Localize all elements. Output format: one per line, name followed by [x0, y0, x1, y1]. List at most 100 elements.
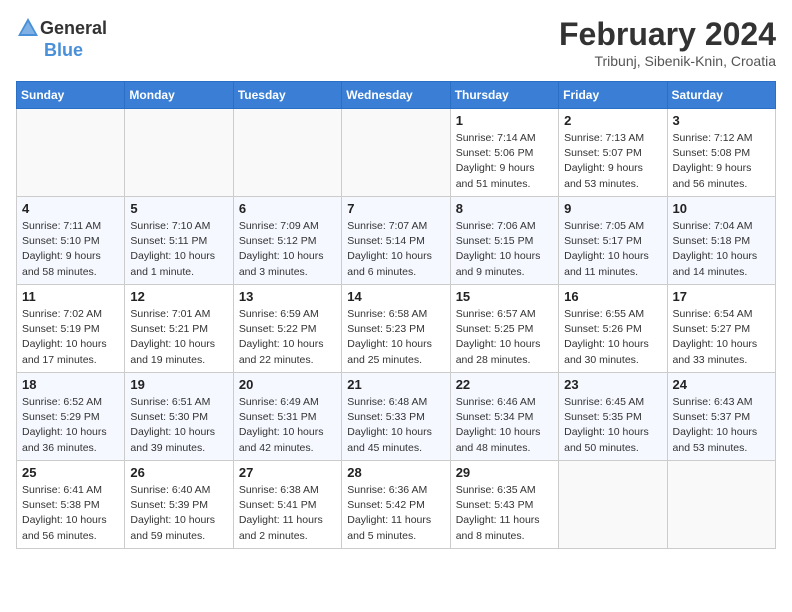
weekday-header-saturday: Saturday: [667, 82, 775, 109]
day-number: 7: [347, 201, 444, 216]
weekday-header-monday: Monday: [125, 82, 233, 109]
day-number: 2: [564, 113, 661, 128]
day-info: Sunrise: 6:38 AM Sunset: 5:41 PM Dayligh…: [239, 483, 336, 544]
logo-general: General: [40, 18, 107, 39]
weekday-header-tuesday: Tuesday: [233, 82, 341, 109]
calendar-cell: 17 Sunrise: 6:54 AM Sunset: 5:27 PM Dayli…: [667, 285, 775, 373]
day-number: 5: [130, 201, 227, 216]
month-year-title: February 2024: [559, 16, 776, 53]
calendar-cell: [233, 109, 341, 197]
day-number: 24: [673, 377, 770, 392]
day-number: 8: [456, 201, 553, 216]
calendar-cell: 14Sunrise: 6:58 AM Sunset: 5:23 PM Dayli…: [342, 285, 450, 373]
day-number: 17: [673, 289, 770, 304]
title-section: February 2024 Tribunj, Sibenik-Knin, Cro…: [559, 16, 776, 69]
day-number: 10: [673, 201, 770, 216]
calendar-cell: 10 Sunrise: 7:04 AM Sunset: 5:18 PM Dayli…: [667, 197, 775, 285]
calendar-week-row: 18 Sunrise: 6:52 AM Sunset: 5:29 PM Dayli…: [17, 373, 776, 461]
day-number: 15: [456, 289, 553, 304]
day-info: Sunrise: 7:04 AM Sunset: 5:18 PM Dayligh…: [673, 219, 770, 280]
calendar-cell: 4 Sunrise: 7:11 AM Sunset: 5:10 PM Daylig…: [17, 197, 125, 285]
day-number: 16: [564, 289, 661, 304]
calendar-cell: 22 Sunrise: 6:46 AM Sunset: 5:34 PM Dayli…: [450, 373, 558, 461]
day-info: Sunrise: 6:52 AM Sunset: 5:29 PM Dayligh…: [22, 395, 119, 456]
day-number: 28: [347, 465, 444, 480]
day-info: Sunrise: 6:54 AM Sunset: 5:27 PM Dayligh…: [673, 307, 770, 368]
calendar-cell: 8 Sunrise: 7:06 AM Sunset: 5:15 PM Daylig…: [450, 197, 558, 285]
day-info: Sunrise: 6:46 AM Sunset: 5:34 PM Dayligh…: [456, 395, 553, 456]
calendar-cell: 26Sunrise: 6:40 AM Sunset: 5:39 PM Dayli…: [125, 461, 233, 549]
calendar-cell: 3 Sunrise: 7:12 AM Sunset: 5:08 PM Daylig…: [667, 109, 775, 197]
day-info: Sunrise: 6:45 AM Sunset: 5:35 PM Dayligh…: [564, 395, 661, 456]
calendar-cell: 23 Sunrise: 6:45 AM Sunset: 5:35 PM Dayli…: [559, 373, 667, 461]
location-subtitle: Tribunj, Sibenik-Knin, Croatia: [559, 53, 776, 69]
day-info: Sunrise: 6:57 AM Sunset: 5:25 PM Dayligh…: [456, 307, 553, 368]
day-number: 26: [130, 465, 227, 480]
calendar-table: SundayMondayTuesdayWednesdayThursdayFrid…: [16, 81, 776, 549]
weekday-header-friday: Friday: [559, 82, 667, 109]
day-number: 22: [456, 377, 553, 392]
calendar-cell: 11 Sunrise: 7:02 AM Sunset: 5:19 PM Dayli…: [17, 285, 125, 373]
logo: General Blue: [16, 16, 107, 61]
day-info: Sunrise: 7:09 AM Sunset: 5:12 PM Dayligh…: [239, 219, 336, 280]
calendar-week-row: 11 Sunrise: 7:02 AM Sunset: 5:19 PM Dayli…: [17, 285, 776, 373]
calendar-cell: 29 Sunrise: 6:35 AM Sunset: 5:43 PM Dayli…: [450, 461, 558, 549]
day-number: 3: [673, 113, 770, 128]
calendar-cell: 9Sunrise: 7:05 AM Sunset: 5:17 PM Daylig…: [559, 197, 667, 285]
day-info: Sunrise: 7:02 AM Sunset: 5:19 PM Dayligh…: [22, 307, 119, 368]
day-info: Sunrise: 7:01 AM Sunset: 5:21 PM Dayligh…: [130, 307, 227, 368]
calendar-cell: 21Sunrise: 6:48 AM Sunset: 5:33 PM Dayli…: [342, 373, 450, 461]
weekday-header-row: SundayMondayTuesdayWednesdayThursdayFrid…: [17, 82, 776, 109]
day-number: 27: [239, 465, 336, 480]
calendar-week-row: 25 Sunrise: 6:41 AM Sunset: 5:38 PM Dayli…: [17, 461, 776, 549]
day-number: 25: [22, 465, 119, 480]
weekday-header-wednesday: Wednesday: [342, 82, 450, 109]
day-info: Sunrise: 7:14 AM Sunset: 5:06 PM Dayligh…: [456, 131, 553, 192]
day-info: Sunrise: 7:12 AM Sunset: 5:08 PM Dayligh…: [673, 131, 770, 192]
calendar-cell: 6Sunrise: 7:09 AM Sunset: 5:12 PM Daylig…: [233, 197, 341, 285]
calendar-cell: 7Sunrise: 7:07 AM Sunset: 5:14 PM Daylig…: [342, 197, 450, 285]
day-number: 1: [456, 113, 553, 128]
day-info: Sunrise: 7:10 AM Sunset: 5:11 PM Dayligh…: [130, 219, 227, 280]
calendar-cell: 1 Sunrise: 7:14 AM Sunset: 5:06 PM Daylig…: [450, 109, 558, 197]
day-number: 29: [456, 465, 553, 480]
day-number: 19: [130, 377, 227, 392]
calendar-cell: 19Sunrise: 6:51 AM Sunset: 5:30 PM Dayli…: [125, 373, 233, 461]
calendar-cell: 5 Sunrise: 7:10 AM Sunset: 5:11 PM Daylig…: [125, 197, 233, 285]
calendar-cell: 15 Sunrise: 6:57 AM Sunset: 5:25 PM Dayli…: [450, 285, 558, 373]
day-number: 21: [347, 377, 444, 392]
calendar-cell: 20 Sunrise: 6:49 AM Sunset: 5:31 PM Dayli…: [233, 373, 341, 461]
day-info: Sunrise: 7:06 AM Sunset: 5:15 PM Dayligh…: [456, 219, 553, 280]
day-number: 18: [22, 377, 119, 392]
calendar-week-row: 1 Sunrise: 7:14 AM Sunset: 5:06 PM Daylig…: [17, 109, 776, 197]
day-info: Sunrise: 6:49 AM Sunset: 5:31 PM Dayligh…: [239, 395, 336, 456]
calendar-cell: 2Sunrise: 7:13 AM Sunset: 5:07 PM Daylig…: [559, 109, 667, 197]
day-number: 9: [564, 201, 661, 216]
day-number: 14: [347, 289, 444, 304]
calendar-week-row: 4 Sunrise: 7:11 AM Sunset: 5:10 PM Daylig…: [17, 197, 776, 285]
day-number: 23: [564, 377, 661, 392]
day-info: Sunrise: 6:35 AM Sunset: 5:43 PM Dayligh…: [456, 483, 553, 544]
calendar-cell: 12 Sunrise: 7:01 AM Sunset: 5:21 PM Dayli…: [125, 285, 233, 373]
calendar-cell: [559, 461, 667, 549]
day-number: 4: [22, 201, 119, 216]
day-number: 20: [239, 377, 336, 392]
calendar-cell: 16 Sunrise: 6:55 AM Sunset: 5:26 PM Dayli…: [559, 285, 667, 373]
day-info: Sunrise: 6:43 AM Sunset: 5:37 PM Dayligh…: [673, 395, 770, 456]
logo-blue: Blue: [44, 40, 83, 61]
day-info: Sunrise: 6:36 AM Sunset: 5:42 PM Dayligh…: [347, 483, 444, 544]
calendar-cell: [125, 109, 233, 197]
day-number: 13: [239, 289, 336, 304]
day-info: Sunrise: 6:41 AM Sunset: 5:38 PM Dayligh…: [22, 483, 119, 544]
day-number: 12: [130, 289, 227, 304]
weekday-header-thursday: Thursday: [450, 82, 558, 109]
calendar-cell: 28 Sunrise: 6:36 AM Sunset: 5:42 PM Dayli…: [342, 461, 450, 549]
calendar-cell: [667, 461, 775, 549]
logo-icon: [16, 16, 40, 40]
day-info: Sunrise: 6:55 AM Sunset: 5:26 PM Dayligh…: [564, 307, 661, 368]
weekday-header-sunday: Sunday: [17, 82, 125, 109]
day-number: 11: [22, 289, 119, 304]
day-info: Sunrise: 7:11 AM Sunset: 5:10 PM Dayligh…: [22, 219, 119, 280]
calendar-cell: [342, 109, 450, 197]
calendar-cell: 13Sunrise: 6:59 AM Sunset: 5:22 PM Dayli…: [233, 285, 341, 373]
